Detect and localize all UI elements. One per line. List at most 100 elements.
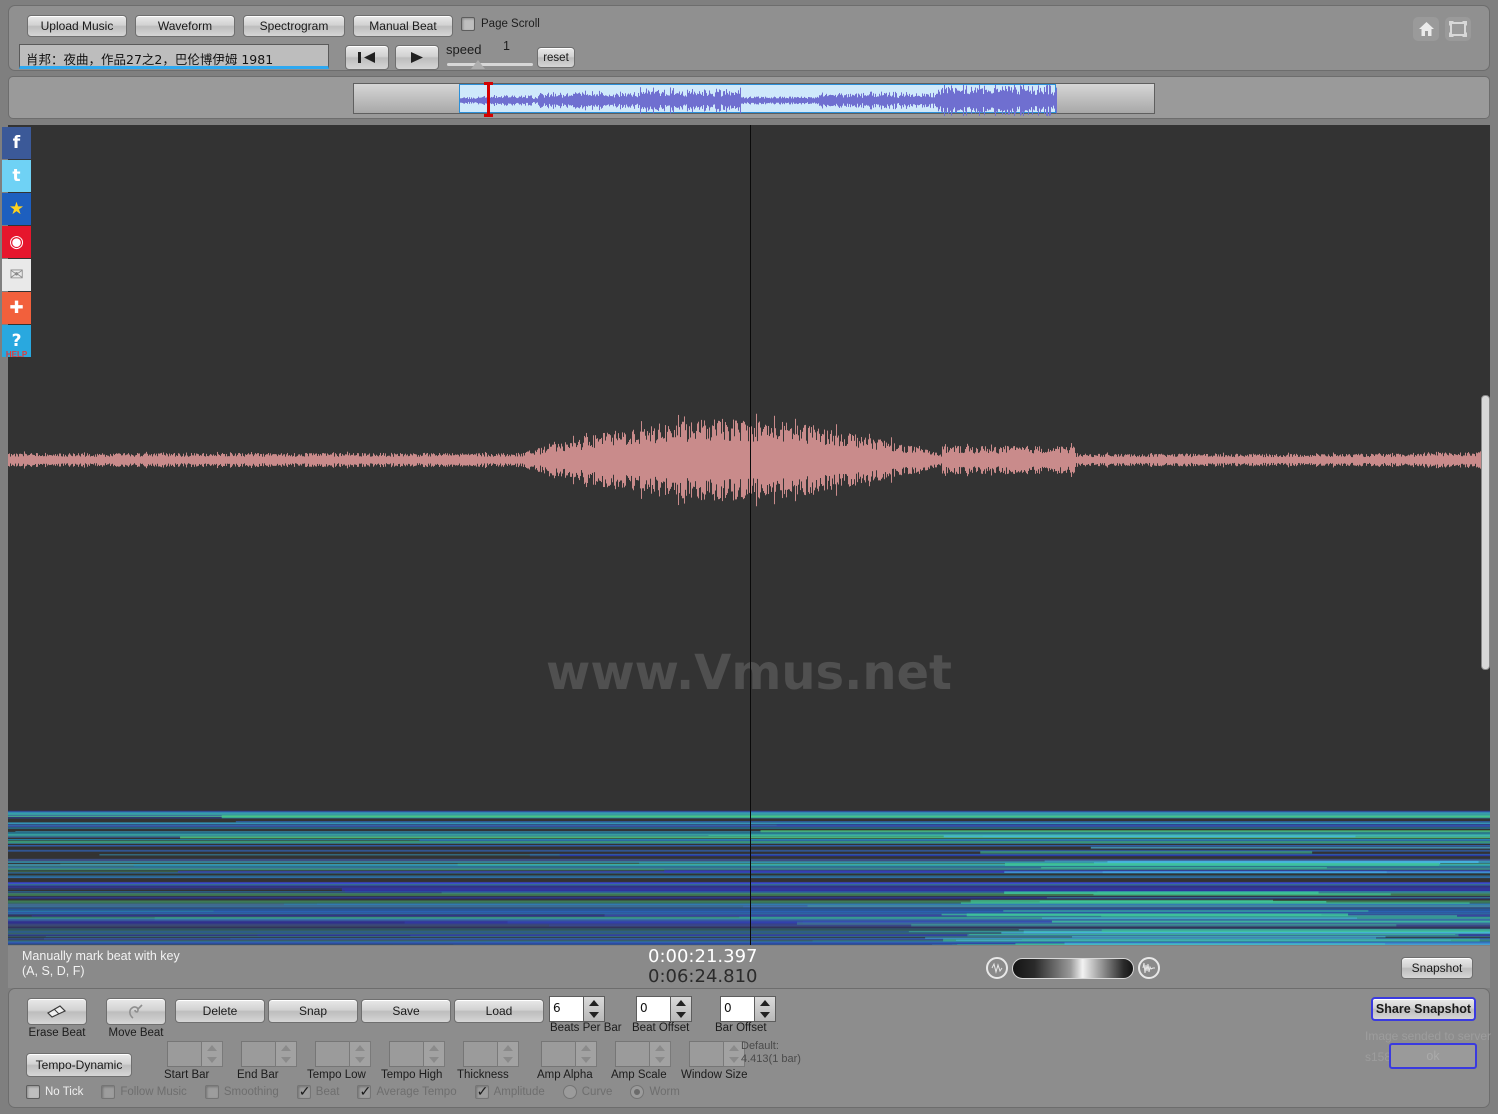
- tempo-high-stepper: [389, 1041, 445, 1067]
- window-size-stepper: [689, 1041, 745, 1067]
- end-bar-label: End Bar: [237, 1069, 279, 1081]
- amplitude-label: Amplitude: [493, 1086, 545, 1098]
- facebook-share-icon[interactable]: f: [2, 127, 31, 159]
- save-button[interactable]: Save: [361, 999, 451, 1023]
- tab-label: Waveform: [157, 19, 213, 33]
- tab-manual-beat[interactable]: Manual Beat: [353, 15, 453, 37]
- bar-offset-input[interactable]: 0: [720, 996, 754, 1022]
- bar-offset-arrows[interactable]: [754, 996, 776, 1022]
- bar-offset-stepper[interactable]: 0: [720, 996, 776, 1022]
- no-tick-checkbox[interactable]: [26, 1085, 40, 1099]
- help-caption: HELP: [5, 350, 28, 359]
- thickness-input: [463, 1041, 497, 1067]
- beat-offset-arrows[interactable]: [670, 996, 692, 1022]
- worm-radio[interactable]: [630, 1085, 645, 1099]
- follow-music-label: Follow Music: [120, 1086, 187, 1098]
- snapshot-button[interactable]: Snapshot: [1401, 957, 1473, 979]
- average-tempo-checkbox[interactable]: [357, 1083, 372, 1099]
- average-tempo-option[interactable]: Average Tempo: [357, 1083, 457, 1099]
- play-button[interactable]: [395, 45, 439, 70]
- tab-spectrogram[interactable]: Spectrogram: [243, 15, 345, 37]
- move-beat-button[interactable]: [106, 998, 166, 1025]
- chevron-down-icon[interactable]: [676, 1012, 686, 1018]
- amp-scale-input: [615, 1041, 649, 1067]
- vertical-scrollbar[interactable]: [1481, 395, 1490, 670]
- overview-selection[interactable]: [459, 84, 1057, 116]
- tempo-dynamic-button[interactable]: Tempo-Dynamic: [26, 1053, 132, 1077]
- curve-radio[interactable]: [562, 1085, 577, 1099]
- tab-upload-music[interactable]: Upload Music: [27, 15, 127, 37]
- share-snapshot-button[interactable]: Share Snapshot: [1371, 997, 1476, 1021]
- speed-slider-thumb[interactable]: [471, 60, 485, 69]
- qzone-share-icon[interactable]: ★: [2, 193, 31, 225]
- overview-track[interactable]: [353, 82, 1155, 117]
- waveform-large-icon[interactable]: [1138, 957, 1160, 979]
- hand-drag-icon: [129, 1004, 143, 1019]
- overview-playhead[interactable]: [484, 82, 493, 117]
- playhead-line[interactable]: [750, 125, 751, 945]
- chevron-down-icon[interactable]: [760, 1012, 770, 1018]
- social-share-sidebar: f t ★ ◉ ✉ ✚? HELP: [2, 127, 31, 359]
- page-scroll-toggle[interactable]: Page Scroll: [461, 17, 540, 31]
- beat-checkbox[interactable]: [296, 1083, 311, 1099]
- rewind-button[interactable]: [345, 45, 389, 70]
- chevron-up-icon[interactable]: [676, 1000, 686, 1006]
- weibo-share-icon[interactable]: ◉: [2, 226, 31, 258]
- share-ok-button[interactable]: ok: [1389, 1043, 1477, 1069]
- song-title-field[interactable]: 肖邦：夜曲，作品27之2，巴伦博伊姆 1981: [19, 44, 329, 69]
- home-icon[interactable]: [1413, 17, 1439, 41]
- eraser-icon: [47, 1004, 67, 1018]
- page-scroll-label: Page Scroll: [481, 18, 540, 30]
- amp-alpha-label: Amp Alpha: [537, 1069, 593, 1081]
- twitter-share-icon[interactable]: t: [2, 160, 31, 192]
- smoothing-option[interactable]: Smoothing: [204, 1085, 279, 1099]
- chevron-up-icon[interactable]: [760, 1000, 770, 1006]
- more-share-icon[interactable]: ✚: [2, 292, 31, 324]
- beat-option[interactable]: Beat: [296, 1083, 340, 1099]
- amp-scale-arrows: [649, 1041, 671, 1067]
- no-tick-option[interactable]: No Tick: [26, 1085, 83, 1099]
- volume-control[interactable]: [986, 957, 1160, 979]
- erase-beat-button[interactable]: [27, 998, 87, 1025]
- reset-speed-button[interactable]: reset: [537, 47, 575, 68]
- status-strip: Manually mark beat with key (A, S, D, F)…: [8, 946, 1490, 988]
- volume-slider[interactable]: [1012, 957, 1134, 979]
- worm-label: Worm: [649, 1086, 680, 1098]
- beats-per-bar-stepper[interactable]: 6: [549, 996, 605, 1022]
- waveform-small-icon[interactable]: [986, 957, 1008, 979]
- chevron-up-icon[interactable]: [589, 1000, 599, 1006]
- delete-label: Delete: [202, 1004, 238, 1018]
- follow-music-checkbox[interactable]: [101, 1085, 116, 1099]
- tab-label: Spectrogram: [259, 19, 329, 33]
- smoothing-checkbox[interactable]: [204, 1085, 219, 1099]
- tab-waveform[interactable]: Waveform: [135, 15, 235, 37]
- default-line-2: 4.413(1 bar): [741, 1053, 801, 1065]
- curve-option[interactable]: Curve: [562, 1085, 612, 1099]
- beat-label: Beat: [315, 1086, 340, 1098]
- home-glyph: [1418, 22, 1434, 36]
- snap-button[interactable]: Snap: [268, 999, 358, 1023]
- delete-button[interactable]: Delete: [175, 999, 265, 1023]
- page-scroll-checkbox[interactable]: [461, 17, 475, 31]
- chevron-up-icon: [655, 1045, 665, 1051]
- fullscreen-icon[interactable]: [1445, 17, 1471, 41]
- beat-offset-stepper[interactable]: 0: [636, 996, 692, 1022]
- beats-per-bar-arrows[interactable]: [583, 996, 605, 1022]
- visualization-canvas[interactable]: www.Vmus.net: [8, 125, 1490, 945]
- amplitude-checkbox[interactable]: [474, 1083, 489, 1099]
- beats-per-bar-input[interactable]: 6: [549, 996, 583, 1022]
- load-button[interactable]: Load: [454, 999, 544, 1023]
- time-display: 0:00:21.397 0:06:24.810: [648, 947, 757, 987]
- beat-offset-input[interactable]: 0: [636, 996, 670, 1022]
- speed-value: 1: [503, 39, 510, 53]
- worm-option[interactable]: Worm: [630, 1085, 680, 1099]
- no-tick-label: No Tick: [45, 1086, 84, 1098]
- amp-alpha-stepper: [541, 1041, 597, 1067]
- email-share-icon[interactable]: ✉: [2, 259, 31, 291]
- speed-slider-track[interactable]: [447, 63, 533, 66]
- follow-music-option[interactable]: Follow Music: [101, 1085, 187, 1099]
- window-size-input: [689, 1041, 723, 1067]
- chevron-down-icon[interactable]: [589, 1012, 599, 1018]
- amplitude-option[interactable]: Amplitude: [474, 1083, 545, 1099]
- tab-label: Upload Music: [40, 19, 114, 33]
